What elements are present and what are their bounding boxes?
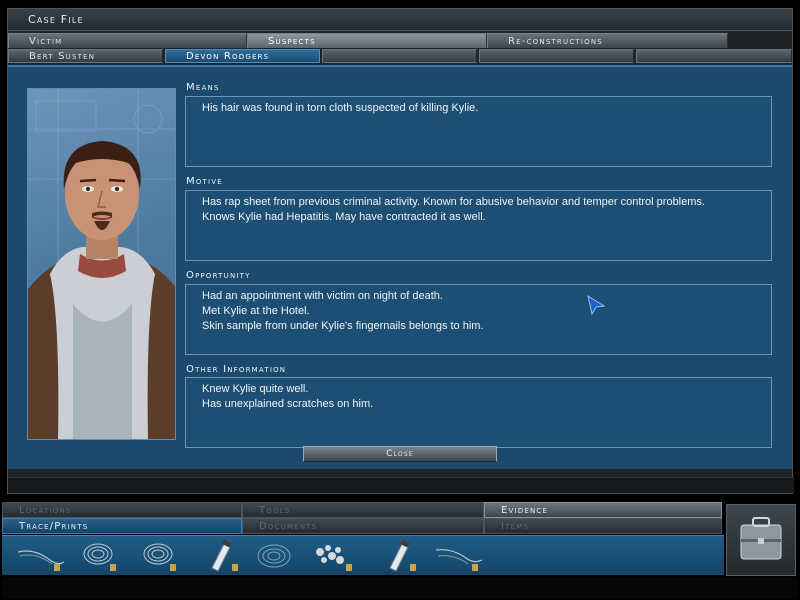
tab-victim[interactable]: Victim [8,33,247,48]
other-information-label: Other Information [186,364,287,375]
cursor-arrow-icon [587,294,606,316]
opportunity-line: Skin sample from under Kylie's fingernai… [202,320,484,332]
other-information-textbox: Knew Kylie quite well. Has unexplained s… [185,377,772,448]
means-textbox: His hair was found in torn cloth suspect… [185,96,772,167]
subtab-devon-rodgers[interactable]: Devon Rodgers [165,49,320,63]
subtab-empty-3[interactable] [322,49,477,63]
opportunity-line: Had an appointment with victim on night … [202,290,443,302]
motive-textbox: Has rap sheet from previous criminal act… [185,190,772,261]
vial-icon[interactable] [372,538,428,574]
case-file-window: Case File Victim Suspects Re-constructio… [7,8,794,494]
suspect-detail-panel: Means His hair was found in torn cloth s… [8,65,792,469]
motive-line: Knows Kylie had Hepatitis. May have cont… [202,211,486,223]
vial-icon[interactable] [194,538,250,574]
fingerprint-icon[interactable] [134,538,190,574]
subtab-empty-5[interactable] [636,49,792,63]
evidence-items-tray [2,535,724,575]
motive-line: Has rap sheet from previous criminal act… [202,196,705,208]
inv-tab-evidence[interactable]: Evidence [484,502,722,518]
inv-tab-locations[interactable]: Locations [2,502,242,518]
window-title: Case File [8,9,792,31]
inventory-footer [2,577,798,599]
subtab-bert-susten[interactable]: Bert Susten [8,49,163,63]
opportunity-line: Met Kylie at the Hotel. [202,305,310,317]
means-line: His hair was found in torn cloth suspect… [202,102,479,114]
inv-tab-trace-prints[interactable]: Trace/Prints [2,518,242,534]
fingerprint-icon[interactable] [74,538,130,574]
hair-fiber-icon[interactable] [14,538,70,574]
means-label: Means [186,82,220,93]
fingerprint-icon[interactable] [248,538,304,574]
suspect-portrait [27,88,176,440]
opportunity-textbox: Had an appointment with victim on night … [185,284,772,355]
other-line: Knew Kylie quite well. [202,383,309,395]
close-button[interactable]: Close [303,446,497,462]
inv-tab-documents[interactable]: Documents [242,518,484,534]
opportunity-label: Opportunity [186,270,251,281]
inv-tab-tools[interactable]: Tools [242,502,484,518]
tab-suspects[interactable]: Suspects [247,33,487,48]
inventory-panel: Locations Tools Evidence Trace/Prints Do… [0,500,800,600]
hair-fiber-icon[interactable] [432,538,488,574]
window-footer [8,477,794,493]
tab-reconstructions[interactable]: Re-constructions [487,33,728,48]
subtab-empty-4[interactable] [479,49,634,63]
briefcase-icon[interactable] [726,504,796,576]
debris-icon[interactable] [306,538,362,574]
motive-label: Motive [186,176,223,187]
other-line: Has unexplained scratches on him. [202,398,374,410]
inv-tab-items[interactable]: Items [484,518,722,534]
